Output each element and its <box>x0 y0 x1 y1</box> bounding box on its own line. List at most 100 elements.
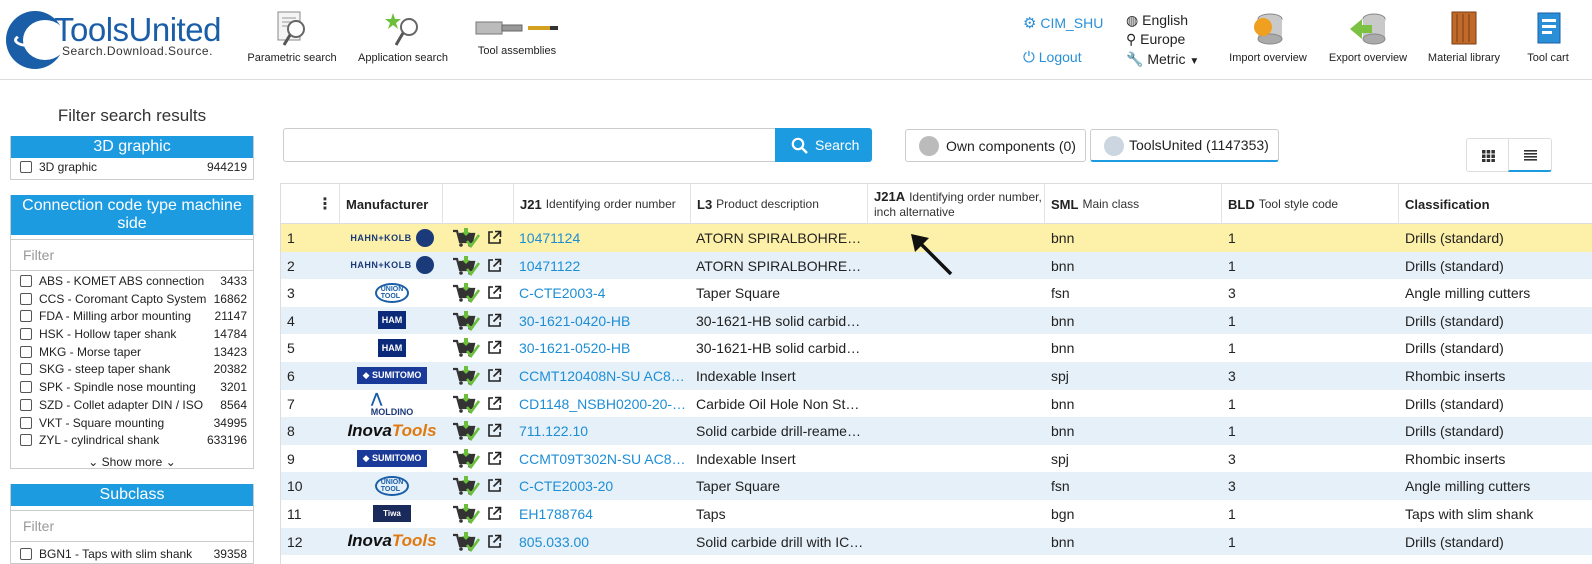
order-number-link[interactable]: 30-1621-0520-HB <box>519 340 687 356</box>
add-to-cart-icon[interactable] <box>452 282 481 304</box>
language-selector[interactable]: ◍ English <box>1126 12 1188 29</box>
order-number-link[interactable]: CCMT09T302N-SU AC8… <box>519 451 687 467</box>
checkbox[interactable] <box>20 363 32 376</box>
facet-option[interactable]: HSK - Hollow taper shank 14784 <box>11 325 253 343</box>
checkbox[interactable] <box>20 161 32 173</box>
application-search-button[interactable]: Application search <box>355 9 451 64</box>
order-number-link[interactable]: CD1148_NSBH0200-20-… <box>519 396 687 412</box>
order-number-link[interactable]: EH1788764 <box>519 506 687 522</box>
region-selector[interactable]: ⚲ Europe <box>1126 31 1185 48</box>
table-row[interactable]: 8 InovaTools 711.122.10 Solid carbide drill… <box>281 417 1592 445</box>
logout-link[interactable]: ⏻ Logout <box>1023 49 1082 66</box>
column-header-classification[interactable]: Classification <box>1399 184 1592 224</box>
facet-option[interactable]: 3D graphic 944219 <box>11 158 253 176</box>
add-to-cart-icon[interactable] <box>452 337 481 359</box>
column-header-manufacturer[interactable]: Manufacturer <box>340 184 443 224</box>
open-external-icon[interactable] <box>487 258 502 273</box>
add-to-cart-icon[interactable] <box>452 227 481 249</box>
open-external-icon[interactable] <box>487 478 502 493</box>
table-row[interactable]: 9 ◆ SUMITOMO CCMT09T302N-SU AC8… Indexable … <box>281 444 1592 473</box>
order-number-link[interactable]: C-CTE2003-4 <box>519 285 687 301</box>
table-row[interactable]: 11 Tiwa EH1788764 Taps bgn 1 Taps with slim sh… <box>281 500 1592 528</box>
facet-option[interactable]: VKT - Square mounting 34995 <box>11 414 253 432</box>
parametric-search-button[interactable]: Parametric search <box>246 9 338 64</box>
list-view-button[interactable] <box>1508 138 1552 172</box>
grid-view-button[interactable] <box>1466 138 1510 172</box>
checkbox[interactable] <box>20 310 32 323</box>
import-overview-button[interactable]: Import overview <box>1226 9 1310 64</box>
open-external-icon[interactable] <box>487 340 502 355</box>
material-library-button[interactable]: Material library <box>1424 9 1504 64</box>
checkbox[interactable] <box>20 416 32 429</box>
facet-option-count: 8564 <box>220 397 247 412</box>
table-row[interactable]: 5 HAM 30-1621-0520-HB 30-1621-HB solid carb… <box>281 334 1592 362</box>
facet-option[interactable]: SZD - Collet adapter DIN / ISO 8564 <box>11 396 253 414</box>
facet-filter-input[interactable]: Filter <box>11 510 253 542</box>
order-number-link[interactable]: 10471124 <box>519 230 687 246</box>
table-row[interactable]: 4 HAM 30-1621-0420-HB 30-1621-HB solid carb… <box>281 306 1592 335</box>
facet-option[interactable]: MKG - Morse taper 13423 <box>11 343 253 361</box>
order-number-link[interactable]: 805.033.00 <box>519 534 687 550</box>
open-external-icon[interactable] <box>487 230 502 245</box>
facet-filter-input[interactable]: Filter <box>11 239 253 271</box>
column-header-bld[interactable]: BLD Tool style code <box>1222 184 1399 224</box>
checkbox[interactable] <box>20 434 32 447</box>
add-to-cart-icon[interactable] <box>452 393 481 415</box>
tab-own-components[interactable]: Own components (0) <box>905 129 1086 162</box>
facet-option[interactable]: BGN1 - Taps with slim shank 39358 <box>11 545 253 563</box>
table-row[interactable]: 7 ⋀ MOLDINO CD1148_NSBH0200-20-… Carbide Oil… <box>281 389 1592 418</box>
table-row[interactable]: 3 UNION TOOL C-CTE2003-4 Taper Square fsn 3 Ang… <box>281 279 1592 307</box>
add-to-cart-icon[interactable] <box>452 475 481 497</box>
checkbox[interactable] <box>20 381 32 394</box>
open-external-icon[interactable] <box>487 423 502 438</box>
open-external-icon[interactable] <box>487 506 502 521</box>
tool-cart-button[interactable]: Tool cart <box>1518 9 1578 64</box>
checkbox[interactable] <box>20 275 32 287</box>
add-to-cart-icon[interactable] <box>452 255 481 277</box>
column-header-j21[interactable]: J21 Identifying order number <box>514 184 691 224</box>
checkbox[interactable] <box>20 328 32 341</box>
facet-option[interactable]: CCS - Coromant Capto System 16862 <box>11 290 253 308</box>
checkbox[interactable] <box>20 292 32 305</box>
search-button[interactable]: Search <box>775 128 872 162</box>
checkbox[interactable] <box>20 398 32 411</box>
column-header-j21a[interactable]: J21A Identifying order number, inch alter… <box>868 184 1045 224</box>
open-external-icon[interactable] <box>487 368 502 383</box>
order-number-link[interactable]: C-CTE2003-20 <box>519 478 687 494</box>
column-header-l3[interactable]: L3 Product description <box>691 184 868 224</box>
order-number-link[interactable]: 30-1621-0420-HB <box>519 313 687 329</box>
open-external-icon[interactable] <box>487 451 502 466</box>
facet-option[interactable]: ABS - KOMET ABS connection 3433 <box>11 272 253 290</box>
facet-option[interactable]: SPK - Spindle nose mounting 3201 <box>11 378 253 396</box>
tool-assemblies-button[interactable]: Tool assemblies <box>470 14 564 57</box>
units-selector[interactable]: 🔧 Metric ▼ <box>1126 51 1199 68</box>
facet-option[interactable]: SKG - steep taper shank 20382 <box>11 360 253 378</box>
add-to-cart-icon[interactable] <box>452 503 481 525</box>
open-external-icon[interactable] <box>487 396 502 411</box>
add-to-cart-icon[interactable] <box>452 365 481 387</box>
table-row[interactable]: 10 UNION TOOL C-CTE2003-20 Taper Square fsn 3 A… <box>281 472 1592 500</box>
table-row[interactable]: 12 InovaTools 805.033.00 Solid carbide dril… <box>281 527 1592 556</box>
facet-option[interactable]: ZYL - cylindrical shank 633196 <box>11 431 253 449</box>
order-number-link[interactable]: 711.122.10 <box>519 423 687 439</box>
user-account-link[interactable]: ⚙ CIM_SHU <box>1023 14 1103 32</box>
facet-option[interactable]: FDA - Milling arbor mounting 21147 <box>11 307 253 325</box>
add-to-cart-icon[interactable] <box>452 310 481 332</box>
search-input[interactable] <box>283 128 776 162</box>
show-more-button[interactable]: ⌄ Show more ⌄ <box>11 449 253 477</box>
add-to-cart-icon[interactable] <box>452 448 481 470</box>
checkbox[interactable] <box>20 548 32 560</box>
checkbox[interactable] <box>20 345 32 358</box>
order-number-link[interactable]: 10471122 <box>519 258 687 274</box>
add-to-cart-icon[interactable] <box>452 531 481 553</box>
column-menu-button[interactable]: ⋮ <box>281 184 340 224</box>
open-external-icon[interactable] <box>487 313 502 328</box>
order-number-link[interactable]: CCMT120408N-SU AC8… <box>519 368 687 384</box>
add-to-cart-icon[interactable] <box>452 420 481 442</box>
table-row[interactable]: 6 ◆ SUMITOMO CCMT120408N-SU AC8… Indexable … <box>281 362 1592 390</box>
open-external-icon[interactable] <box>487 285 502 300</box>
open-external-icon[interactable] <box>487 534 502 549</box>
column-header-sml[interactable]: SML Main class <box>1045 184 1222 224</box>
tab-toolsunited[interactable]: ToolsUnited (1147353) <box>1090 129 1279 162</box>
export-overview-button[interactable]: Export overview <box>1325 9 1411 64</box>
